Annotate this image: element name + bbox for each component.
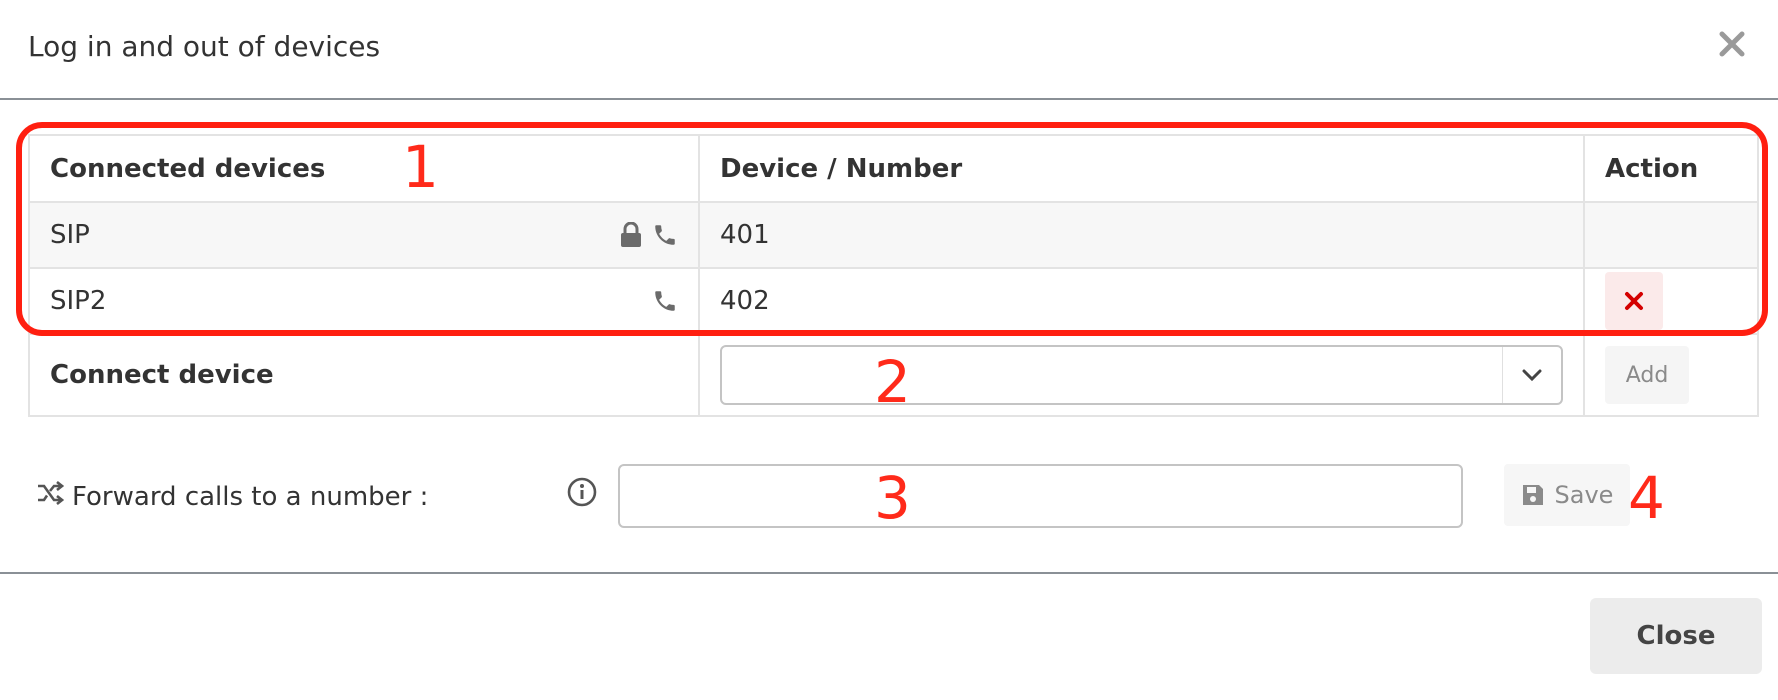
- floppy-disk-icon: [1522, 485, 1543, 505]
- column-header-device-number: Device / Number: [698, 134, 1585, 203]
- number-cell: 401: [698, 201, 1585, 269]
- action-cell: [1583, 267, 1759, 335]
- close-icon[interactable]: [1712, 24, 1752, 64]
- dialog-title: Log in and out of devices: [28, 30, 381, 63]
- device-select-cell: [698, 333, 1585, 417]
- device-cell: SIP2: [28, 267, 700, 335]
- shuffle-icon: [36, 480, 65, 513]
- device-name: SIP2: [50, 286, 107, 316]
- dialog-header: Log in and out of devices: [0, 0, 1778, 100]
- lock-icon: [620, 222, 642, 248]
- forward-number-input[interactable]: [618, 464, 1463, 528]
- info-icon[interactable]: [566, 476, 598, 512]
- chevron-down-icon[interactable]: [1502, 347, 1561, 403]
- device-select[interactable]: [720, 345, 1563, 405]
- annotation-number-2: 2: [874, 348, 911, 416]
- save-label: Save: [1554, 481, 1614, 509]
- add-cell: Add: [1583, 333, 1759, 417]
- annotation-number-3: 3: [874, 464, 911, 532]
- remove-device-button[interactable]: [1605, 272, 1663, 330]
- phone-icon: [652, 288, 678, 314]
- close-button[interactable]: Close: [1590, 598, 1762, 674]
- dialog-footer: Close: [0, 572, 1778, 700]
- column-header-connected-devices: Connected devices: [28, 134, 700, 203]
- action-cell: [1583, 201, 1759, 269]
- number-cell: 402: [698, 267, 1585, 335]
- table-row: SIP2 402: [28, 267, 1759, 335]
- forward-label-group: Forward calls to a number :: [36, 480, 428, 513]
- annotation-number-4: 4: [1628, 464, 1665, 532]
- device-name: SIP: [50, 220, 90, 250]
- remove-icon: [1625, 292, 1643, 310]
- save-button[interactable]: Save: [1504, 464, 1630, 526]
- annotation-number-1: 1: [402, 133, 439, 201]
- device-cell: SIP: [28, 201, 700, 269]
- add-button[interactable]: Add: [1605, 346, 1689, 404]
- phone-icon: [652, 222, 678, 248]
- table-row: SIP 401: [28, 201, 1759, 269]
- table-header-row: Connected devices Device / Number Action: [28, 134, 1759, 203]
- forward-calls-label: Forward calls to a number :: [72, 481, 429, 512]
- column-header-action: Action: [1583, 134, 1759, 203]
- connect-device-label: Connect device: [28, 333, 700, 417]
